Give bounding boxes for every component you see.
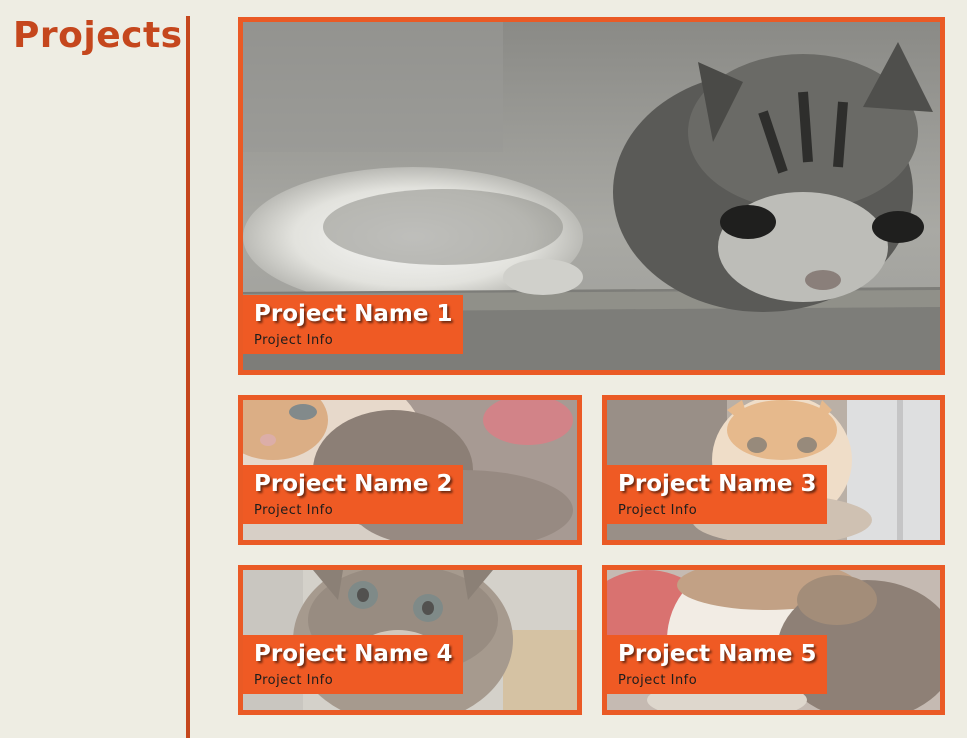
project-caption: Project Name 1 Project Info (243, 295, 464, 354)
project-info: Project Info (254, 333, 334, 348)
project-title[interactable]: Project Name 4 (254, 640, 452, 668)
project-caption: Project Name 2 Project Info (243, 465, 464, 524)
project-info: Project Info (254, 503, 334, 518)
project-card-3[interactable]: Project Name 3 Project Info (602, 395, 945, 545)
project-caption: Project Name 4 Project Info (243, 635, 464, 694)
project-caption: Project Name 5 Project Info (607, 635, 828, 694)
project-info: Project Info (254, 673, 334, 688)
project-card-5[interactable]: Project Name 5 Project Info (602, 565, 945, 715)
project-title[interactable]: Project Name 3 (618, 470, 816, 498)
project-card-2[interactable]: Project Name 2 Project Info (238, 395, 582, 545)
project-title[interactable]: Project Name 5 (618, 640, 816, 668)
project-info: Project Info (618, 503, 698, 518)
page-title: Projects (13, 15, 183, 56)
project-card-1[interactable]: Project Name 1 Project Info (238, 17, 945, 375)
project-title[interactable]: Project Name 2 (254, 470, 452, 498)
project-caption: Project Name 3 Project Info (607, 465, 828, 524)
project-info: Project Info (618, 673, 698, 688)
project-title[interactable]: Project Name 1 (254, 300, 452, 328)
vertical-divider (186, 16, 190, 738)
project-card-4[interactable]: Project Name 4 Project Info (238, 565, 582, 715)
